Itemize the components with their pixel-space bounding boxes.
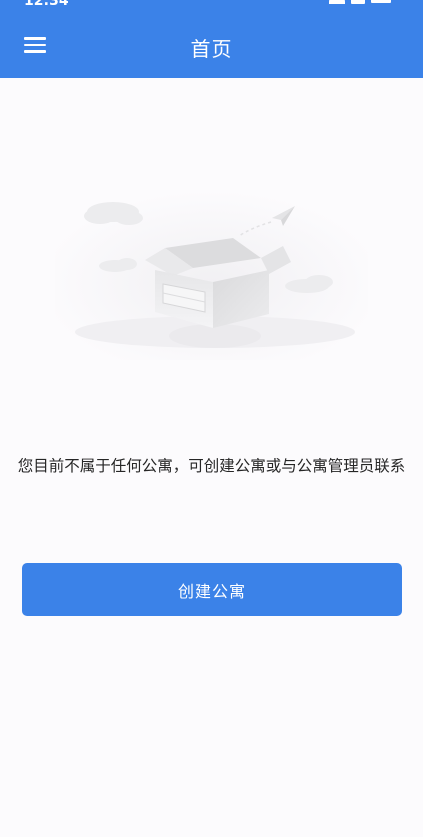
empty-box-icon: [55, 190, 368, 360]
status-bar: 12:34: [0, 0, 423, 12]
signal-icon: [351, 0, 365, 4]
create-apartment-button[interactable]: 创建公寓: [22, 563, 402, 616]
wifi-icon: [329, 0, 345, 4]
empty-state-message: 您目前不属于任何公寓，可创建公寓或与公寓管理员联系: [17, 457, 406, 475]
status-icons: [329, 0, 391, 4]
page-title: 首页: [190, 37, 233, 61]
status-time: 12:34: [24, 0, 69, 9]
battery-icon: [371, 0, 391, 3]
app-bar: 首页: [0, 12, 423, 78]
home-screen: 12:34 首页 您目前不属于任何公寓，可创建公寓或与公寓管理员联系 创建公寓: [0, 0, 423, 837]
